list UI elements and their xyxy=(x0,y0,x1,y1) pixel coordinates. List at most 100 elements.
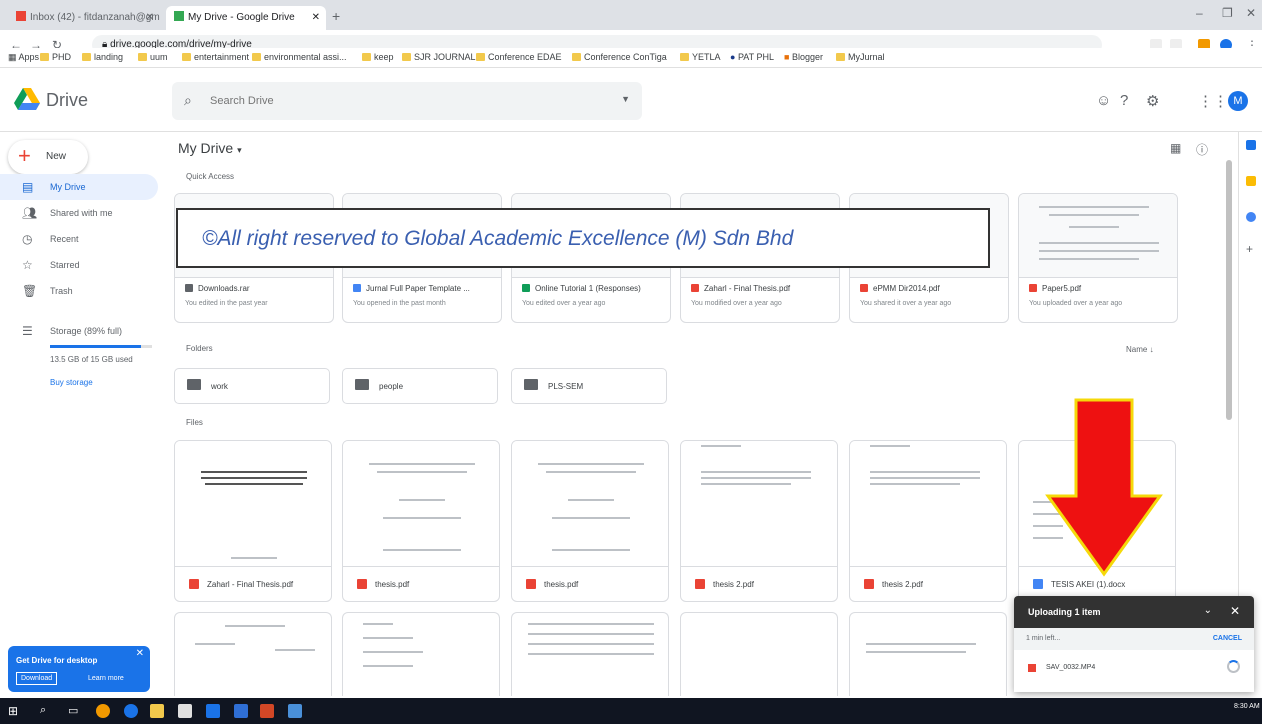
tasks-icon[interactable] xyxy=(1246,212,1256,222)
settings-gear-icon[interactable]: ⚙ xyxy=(1146,92,1159,110)
folder-item[interactable]: work xyxy=(174,368,330,404)
close-upload-icon[interactable]: ✕ xyxy=(1230,604,1240,618)
bookmark-folder[interactable]: Conference EDAE xyxy=(476,52,562,62)
search-icon[interactable]: ⌕ xyxy=(40,704,54,718)
task-view-icon[interactable]: ▭ xyxy=(68,704,82,718)
bookmark-folder[interactable]: keep xyxy=(362,52,394,62)
chrome-taskbar-icon[interactable] xyxy=(96,704,110,718)
new-tab-icon[interactable]: + xyxy=(332,8,340,24)
pdf-icon xyxy=(1029,284,1037,292)
file-card[interactable]: Zaharl - Final Thesis.pdf xyxy=(174,440,332,602)
collapse-chevron-icon[interactable]: ⌄ xyxy=(1204,605,1212,616)
keep-icon[interactable] xyxy=(1246,176,1256,186)
close-window-icon[interactable]: ✕ xyxy=(1246,6,1256,20)
drive-logo-icon[interactable] xyxy=(14,88,40,110)
tab-gmail[interactable]: Inbox (42) - fitdanzanah@gmail... ✕ xyxy=(8,6,160,30)
bookmark-folder[interactable]: environmental assi... xyxy=(252,52,347,62)
doc-icon xyxy=(353,284,361,292)
apps-grid-icon[interactable]: ⋮⋮ xyxy=(1198,92,1228,110)
download-button[interactable]: Download xyxy=(16,672,58,685)
drive-brand[interactable]: Drive xyxy=(46,90,88,111)
screen: Inbox (42) - fitdanzanah@gmail... ✕ My D… xyxy=(0,0,1262,724)
grid-view-icon[interactable]: ▦ xyxy=(1170,141,1181,155)
page-title[interactable]: My Drive ▾ xyxy=(178,140,242,156)
search-input[interactable] xyxy=(210,92,590,110)
sidebar-item-shared[interactable]: 👥︎ Shared with me xyxy=(0,200,158,226)
mail-taskbar-icon[interactable] xyxy=(206,704,220,718)
file-card[interactable]: thesis.pdf xyxy=(511,440,669,602)
account-avatar[interactable]: M xyxy=(1228,91,1248,111)
sidebar-item-my-drive[interactable]: ▤ My Drive xyxy=(0,174,158,200)
restore-icon[interactable]: ❐ xyxy=(1222,6,1233,20)
sidebar-item-starred[interactable]: ☆ Starred xyxy=(0,252,158,278)
powerpoint-taskbar-icon[interactable] xyxy=(260,704,274,718)
pdf-icon xyxy=(860,284,868,292)
add-addon-icon[interactable]: + xyxy=(1246,243,1256,255)
files-heading: Files xyxy=(186,418,203,427)
sidebar-item-recent[interactable]: ◷ Recent xyxy=(0,226,158,252)
offline-status-icon[interactable]: ☺ xyxy=(1096,92,1111,109)
file-card[interactable] xyxy=(174,612,332,696)
bookmark-folder[interactable]: entertainment xyxy=(182,52,249,62)
bookmark-folder[interactable]: MyJurnal xyxy=(836,52,885,62)
edge-taskbar-icon[interactable] xyxy=(124,704,138,718)
file-card[interactable] xyxy=(849,612,1007,696)
buy-storage-link[interactable]: Buy storage xyxy=(50,378,93,387)
minimize-icon[interactable]: – xyxy=(1196,6,1203,20)
help-icon[interactable]: ? xyxy=(1120,92,1128,109)
pdf-icon xyxy=(526,579,536,589)
learn-more-link[interactable]: Learn more xyxy=(88,675,124,682)
storage-bar-fill xyxy=(50,345,141,348)
file-thumbnail xyxy=(175,441,331,567)
file-thumbnail xyxy=(1019,194,1177,278)
sidebar-item-trash[interactable]: 🗑︎ Trash xyxy=(0,278,158,304)
scrollbar[interactable] xyxy=(1226,160,1232,420)
search-options-icon[interactable]: ▼ xyxy=(621,94,630,104)
search-icon[interactable]: ⌕ xyxy=(184,92,192,109)
file-card[interactable] xyxy=(342,612,500,696)
promo-title: Get Drive for desktop xyxy=(16,656,98,665)
bookmark-folder[interactable]: SJR JOURNAL xyxy=(402,52,476,62)
new-button[interactable]: + New xyxy=(8,140,88,174)
folder-icon xyxy=(40,53,49,61)
file-card[interactable]: thesis.pdf xyxy=(342,440,500,602)
word-taskbar-icon[interactable] xyxy=(234,704,248,718)
close-tab-icon[interactable]: ✕ xyxy=(146,6,154,30)
upload-row[interactable]: SAV_0032.MP4 xyxy=(1014,654,1254,682)
folder-icon xyxy=(182,53,191,61)
close-promo-icon[interactable]: ✕ xyxy=(136,648,144,659)
cancel-upload-button[interactable]: CANCEL xyxy=(1213,635,1242,642)
explorer-taskbar-icon[interactable] xyxy=(150,704,164,718)
quick-access-card[interactable]: Paper5.pdf You uploaded over a year ago xyxy=(1018,193,1178,323)
close-tab-icon[interactable]: ✕ xyxy=(312,6,320,30)
bookmark-folder[interactable]: landing xyxy=(82,52,123,62)
file-card[interactable] xyxy=(511,612,669,696)
folder-item[interactable]: PLS-SEM xyxy=(511,368,667,404)
bookmark-folder[interactable]: Conference ConTiga xyxy=(572,52,667,62)
sidebar-item-storage[interactable]: ☰ Storage (89% full) xyxy=(0,318,158,344)
bookmark-folder[interactable]: uum xyxy=(138,52,168,62)
store-taskbar-icon[interactable] xyxy=(178,704,192,718)
app-taskbar-icon[interactable] xyxy=(288,704,302,718)
bookmark-folder[interactable]: YETLA xyxy=(680,52,721,62)
apps-icon: ▦ xyxy=(8,52,19,62)
bookmark-link[interactable]: ■ Blogger xyxy=(784,52,823,62)
pdf-icon xyxy=(691,284,699,292)
info-icon[interactable]: ⓘ xyxy=(1196,141,1208,158)
folder-item[interactable]: people xyxy=(342,368,498,404)
file-card[interactable]: thesis 2.pdf xyxy=(680,440,838,602)
search-box[interactable]: ⌕ ▼ xyxy=(172,82,642,120)
bookmark-link[interactable]: ● PAT PHL xyxy=(730,52,774,62)
file-card[interactable]: thesis 2.pdf xyxy=(849,440,1007,602)
file-card[interactable] xyxy=(680,612,838,696)
tab-drive[interactable]: My Drive - Google Drive ✕ xyxy=(166,6,326,30)
folder-icon xyxy=(572,53,581,61)
calendar-icon[interactable] xyxy=(1246,140,1256,150)
drive-icon: ▤ xyxy=(22,180,34,194)
bookmark-folder[interactable]: PHD xyxy=(40,52,71,62)
pdf-icon xyxy=(357,579,367,589)
bookmark-apps[interactable]: ▦ Apps xyxy=(8,52,39,63)
sheet-icon xyxy=(522,284,530,292)
sort-by-name[interactable]: Name ↓ xyxy=(1126,345,1154,354)
windows-start-icon[interactable]: ⊞ xyxy=(8,704,22,718)
